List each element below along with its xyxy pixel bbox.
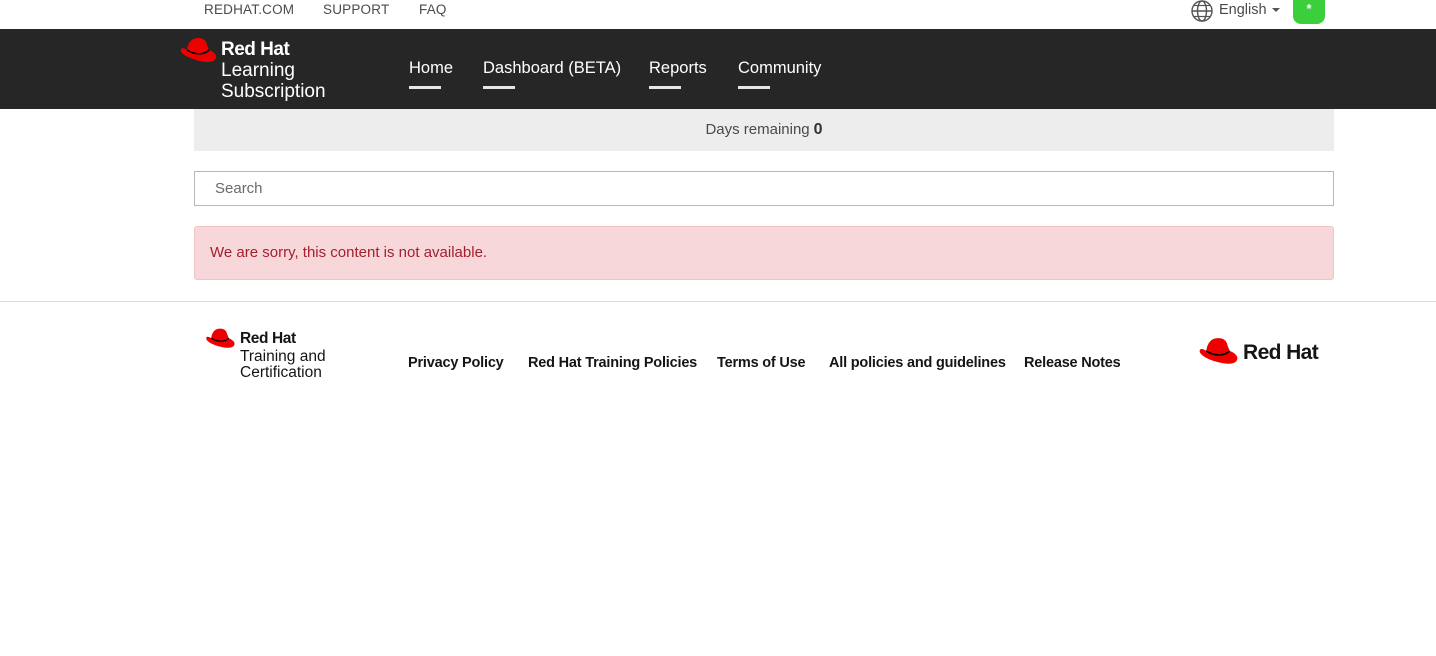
faq-link[interactable]: FAQ — [419, 2, 447, 17]
brand-line-2: Subscription — [221, 81, 326, 102]
red-hat-logo-icon — [180, 38, 217, 62]
red-hat-logo-text: Red Hat — [1243, 341, 1319, 364]
nav-reports-underline — [649, 86, 681, 89]
nav-home[interactable]: Home — [409, 59, 454, 89]
search-input[interactable] — [194, 171, 1334, 206]
footer-brand-name: Red Hat — [240, 330, 296, 347]
red-hat-logo-icon — [206, 328, 235, 348]
red-hat-logo-icon — [1199, 338, 1238, 364]
globe-icon — [1191, 0, 1213, 22]
nav-community-label: Community — [738, 59, 822, 77]
language-label: English — [1219, 2, 1267, 18]
footer-brand-logo[interactable]: Red Hat Training and Certification — [204, 327, 344, 383]
content-unavailable-alert: We are sorry, this content is not availa… — [194, 226, 1334, 280]
support-link[interactable]: SUPPORT — [323, 2, 389, 17]
language-selector[interactable]: English — [1190, 0, 1280, 22]
footer-brand-line-2: Certification — [240, 364, 322, 381]
training-policies-link[interactable]: Red Hat Training Policies — [528, 355, 697, 371]
nav-home-label: Home — [409, 59, 454, 77]
privacy-policy-link[interactable]: Privacy Policy — [408, 355, 504, 371]
utility-bar-inner: REDHAT.COM SUPPORT FAQ English * — [179, 0, 1349, 29]
alert-message: We are sorry, this content is not availa… — [210, 244, 488, 261]
terms-of-use-link[interactable]: Terms of Use — [717, 355, 806, 371]
redhat-com-link[interactable]: REDHAT.COM — [204, 2, 294, 17]
nav-community[interactable]: Community — [738, 59, 822, 89]
nav-reports-label: Reports — [649, 59, 707, 77]
red-hat-corporate-logo[interactable]: Red Hat — [1197, 336, 1327, 370]
brand-name: Red Hat — [221, 39, 290, 60]
release-notes-link[interactable]: Release Notes — [1024, 355, 1121, 371]
all-policies-link[interactable]: All policies and guidelines — [829, 355, 1006, 371]
nav-dashboard-underline — [483, 86, 515, 89]
footer-divider — [0, 301, 1436, 302]
utility-bar: REDHAT.COM SUPPORT FAQ English * — [0, 0, 1436, 29]
caret-down-icon — [1271, 8, 1280, 12]
avatar[interactable]: * — [1293, 0, 1325, 24]
main-header: Red Hat Learning Subscription Home Dashb… — [0, 29, 1436, 109]
nav-dashboard[interactable]: Dashboard (BETA) — [483, 59, 622, 89]
nav-home-underline — [409, 86, 441, 89]
nav-reports[interactable]: Reports — [649, 59, 707, 89]
nav-dashboard-label: Dashboard (BETA) — [483, 59, 622, 77]
brand-logo[interactable]: Red Hat Learning Subscription — [179, 36, 349, 106]
days-remaining-banner: Days remaining 0 — [194, 109, 1334, 151]
brand-line-1: Learning — [221, 60, 295, 81]
nav-community-underline — [738, 86, 770, 89]
days-remaining-label: Days remaining — [705, 121, 810, 138]
days-remaining-value: 0 — [813, 121, 823, 138]
